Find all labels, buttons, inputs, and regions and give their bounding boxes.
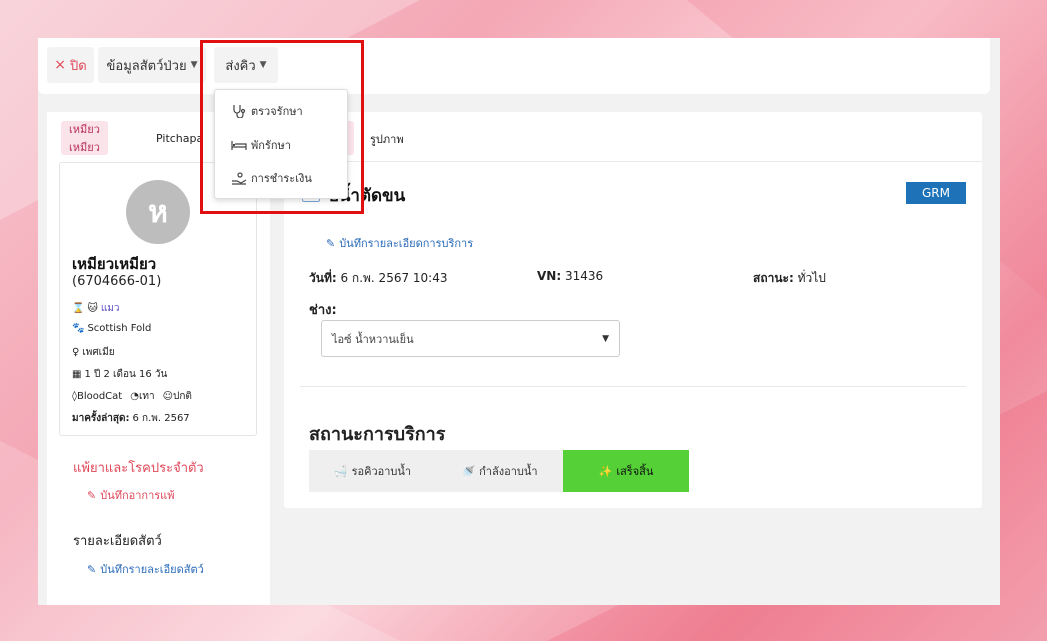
tab-owner[interactable]: Pitchapa (148, 121, 211, 155)
service-status-title: สถานะการบริการ (309, 424, 446, 445)
app-window: × ปิด ข้อมูลสัตว์ป่วย ▼ ส่งคิว ▼ เหมียวเ… (38, 38, 1000, 605)
service-status: สถานะ: ทั่วไป (753, 269, 826, 288)
chevron-down-icon: ▼ (602, 333, 609, 344)
pet-card: ห เหมียวเหมียว (6704666-01) ⌛ 🐱 แมว 🐾 Sc… (59, 162, 257, 436)
vn-label: VN: (537, 269, 562, 283)
species-value: แมว (100, 303, 120, 314)
status-done-button[interactable]: ✨ เสร็จสิ้น (563, 450, 689, 492)
close-button[interactable]: × ปิด (47, 47, 94, 83)
menu-item-examine[interactable]: ตรวจรักษา (231, 101, 303, 121)
close-label: ปิด (70, 58, 87, 74)
service-tabbar: รูปภาพ (284, 112, 982, 162)
allergy-section-title: แพ้ยาและโรคประจำตัว (73, 461, 204, 476)
status-waiting-label: รอคิวอาบน้ำ (351, 465, 412, 478)
stethoscope-icon (233, 105, 246, 118)
technician-select[interactable]: ไอซ์ น้ำหวานเย็น ▼ (321, 320, 620, 357)
cat-face-icon: 🐱 (87, 303, 98, 314)
send-queue-label: ส่งคิว (225, 58, 256, 74)
palette-icon: ◔ (130, 391, 139, 402)
pet-info-dropdown-button[interactable]: ข้อมูลสัตว์ป่วย ▼ (98, 47, 206, 83)
menu-item-label: พักรักษา (251, 139, 291, 152)
breed-value: Scottish Fold (87, 323, 152, 334)
technician-label: ช่าง: (309, 303, 337, 318)
blood-type: ◊BloodCat (72, 391, 123, 402)
pet-name: เหมียวเหมียว (72, 255, 157, 273)
status-done-label: เสร็จสิ้น (616, 465, 654, 478)
pet-age: ▦ 1 ปี 2 เดือน 16 วัน (72, 367, 167, 382)
last-visit-label: มาครั้งล่าสุด: (72, 413, 130, 424)
menu-item-admit[interactable]: พักรักษา (231, 135, 291, 155)
close-icon: × (54, 57, 67, 73)
record-service-detail-link[interactable]: ✎ บันทึกรายละเอียดการบริการ (326, 234, 473, 252)
status-bathing-label: กำลังอาบน้ำ (479, 465, 538, 478)
send-queue-menu: ตรวจรักษา พักรักษา การชำระเงิน (214, 89, 348, 199)
bed-icon (231, 141, 247, 150)
pencil-icon: ✎ (326, 236, 336, 250)
record-service-detail-label: บันทึกรายละเอียดการบริการ (339, 237, 474, 250)
menu-item-label: ตรวจรักษา (251, 105, 303, 118)
status-value: ทั่วไป (797, 271, 826, 285)
chevron-down-icon: ▼ (190, 60, 198, 70)
fur-color: ◔เทา (130, 391, 155, 402)
status-bathing-button[interactable]: 🚿 กำลังอาบน้ำ (436, 450, 563, 492)
status-waiting-bath-button[interactable]: 🛁 รอคิวอาบน้ำ (309, 450, 436, 492)
shower-icon: 🚿 (461, 464, 476, 478)
record-pet-detail-link[interactable]: ✎ บันทึกรายละเอียดสัตว์ (87, 560, 204, 578)
technician-value: ไอซ์ น้ำหวานเย็น (332, 332, 414, 346)
temperament: ☺ปกติ (162, 391, 192, 402)
tab-photos[interactable]: รูปภาพ (370, 130, 404, 148)
age-value: 1 ปี 2 เดือน 16 วัน (84, 369, 168, 380)
service-code-badge: GRM (906, 182, 966, 204)
status-label: สถานะ: (753, 271, 794, 285)
divider (300, 386, 966, 387)
last-visit-value: 6 ก.พ. 2567 (132, 413, 190, 424)
pencil-icon: ✎ (87, 488, 97, 502)
tab-pet[interactable]: เหมียวเหมียว (61, 121, 108, 155)
record-allergy-link[interactable]: ✎ บันทึกอาการแพ้ (87, 486, 175, 504)
female-icon: ♀ (72, 347, 80, 358)
last-visit: มาครั้งล่าสุด: 6 ก.พ. 2567 (72, 411, 190, 426)
date-value: 6 ก.พ. 2567 10:43 (340, 271, 448, 285)
pencil-icon: ✎ (87, 562, 97, 576)
service-panel: รูปภาพ บน้ำตัดขน GRM ✎ บันทึกรายละเอียดก… (284, 112, 982, 508)
pet-detail-section-title: รายละเอียดสัตว์ (73, 534, 162, 549)
sex-value: เพศเมีย (82, 347, 115, 358)
visit-number: VN: 31436 (537, 269, 603, 283)
pet-species: ⌛ 🐱 แมว (72, 301, 120, 316)
date-label: วันที่: (309, 271, 337, 285)
chevron-down-icon: ▼ (259, 60, 267, 70)
vn-value: 31436 (564, 269, 604, 283)
sparkles-icon: ✨ (598, 464, 613, 478)
pet-id: (6704666-01) (72, 274, 162, 289)
pet-info-label: ข้อมูลสัตว์ป่วย (106, 58, 187, 74)
record-pet-detail-label: บันทึกรายละเอียดสัตว์ (100, 563, 204, 576)
service-date: วันที่: 6 ก.พ. 2567 10:43 (309, 269, 448, 288)
smile-icon: ☺ (162, 391, 174, 402)
menu-item-payment[interactable]: การชำระเงิน (231, 168, 312, 188)
menu-item-label: การชำระเงิน (251, 172, 312, 185)
avatar: ห (126, 180, 190, 244)
cake-icon: ▦ (72, 369, 82, 380)
pet-breed: 🐾 Scottish Fold (72, 323, 151, 334)
service-status-buttons: 🛁 รอคิวอาบน้ำ 🚿 กำลังอาบน้ำ ✨ เสร็จสิ้น (309, 450, 689, 492)
paw-icon: 🐾 (72, 323, 85, 334)
send-queue-dropdown-button[interactable]: ส่งคิว ▼ (214, 47, 278, 83)
bathtub-icon: 🛁 (333, 464, 348, 478)
top-toolbar: × ปิด ข้อมูลสัตว์ป่วย ▼ ส่งคิว ▼ (38, 38, 990, 94)
pet-sex: ♀ เพศเมีย (72, 345, 115, 360)
hourglass-icon: ⌛ (72, 303, 85, 314)
pet-attributes: ◊BloodCat ◔เทา ☺ปกติ (72, 389, 192, 404)
record-allergy-label: บันทึกอาการแพ้ (100, 489, 175, 502)
payment-hand-icon (232, 172, 247, 185)
